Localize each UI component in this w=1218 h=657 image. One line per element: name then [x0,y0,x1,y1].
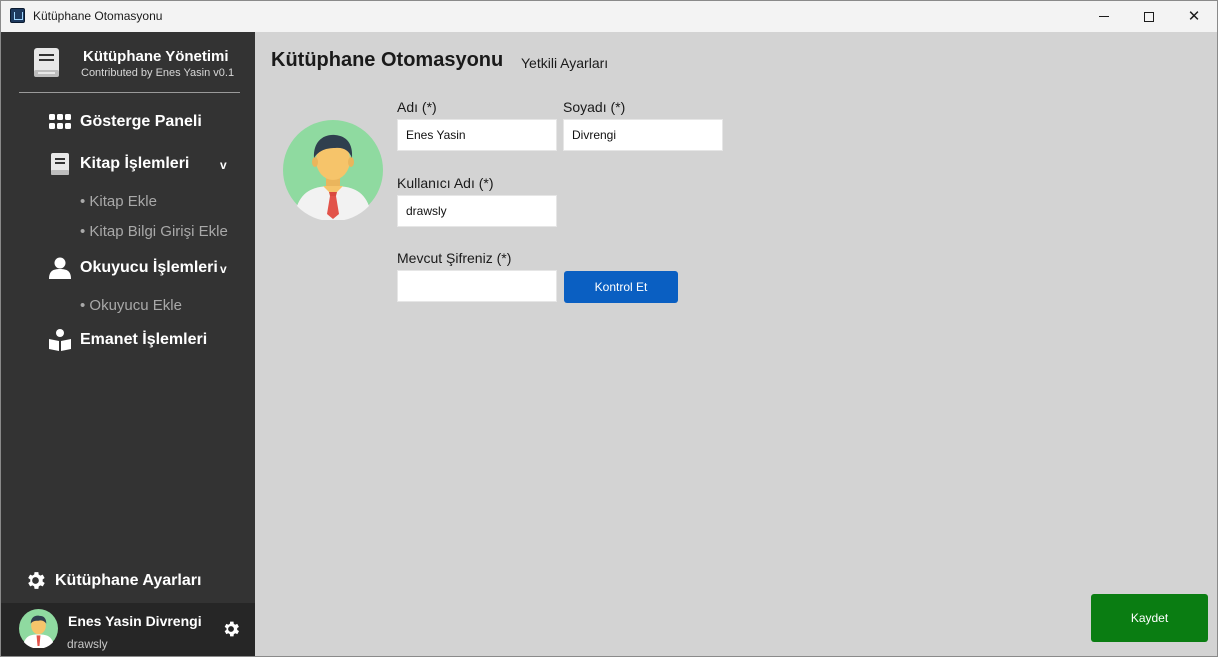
last-name-field[interactable] [563,119,723,151]
maximize-button[interactable] [1126,1,1172,32]
grid-icon [49,111,71,133]
page-subtitle: Yetkili Ayarları [521,55,609,71]
sidebar-item-library-settings[interactable]: Kütüphane Ayarları [24,569,201,592]
profile-avatar [283,120,383,220]
gear-icon[interactable] [221,619,241,639]
app-book-icon [10,8,25,23]
sidebar-subitem-add-book[interactable]: • Kitap Ekle [80,193,157,210]
user-panel: Enes Yasin Divrengi drawsly [1,603,255,656]
user-icon [49,257,71,279]
chevron-down-icon[interactable]: v [220,158,227,172]
window-title: Kütüphane Otomasyonu [33,9,163,23]
book-icon [34,48,59,77]
close-button[interactable]: ✕ [1171,1,1217,32]
sidebar-item-loans[interactable]: Emanet İşlemleri [49,329,207,351]
sidebar-item-label: Emanet İşlemleri [80,331,208,348]
book-icon [49,153,71,175]
sidebar-item-label: Gösterge Paneli [80,113,202,130]
user-avatar [19,609,58,648]
sidebar: Kütüphane Yönetimi Contributed by Enes Y… [1,32,255,656]
save-button[interactable]: Kaydet [1091,594,1208,642]
gear-icon [28,572,45,589]
minimize-button[interactable] [1081,1,1127,32]
username-field[interactable] [397,195,557,227]
sidebar-item-readers[interactable]: Okuyucu İşlemleri [49,257,218,279]
main-content: Kütüphane Otomasyonu Yetkili Ayarları Ad… [255,32,1217,656]
sidebar-subitem-add-book-info[interactable]: • Kitap Bilgi Girişi Ekle [80,223,228,240]
title-bar: Kütüphane Otomasyonu ✕ [1,1,1217,32]
settings-label: Kütüphane Ayarları [55,571,202,589]
brand-title: Kütüphane Yönetimi [83,48,229,65]
app-window: Kütüphane Otomasyonu ✕ Kütüphane Yönetim… [0,0,1218,657]
password-label: Mevcut Şifreniz (*) [397,250,512,266]
user-username: drawsly [67,637,108,651]
sidebar-subitem-add-reader[interactable]: • Okuyucu Ekle [80,297,182,314]
password-field[interactable] [397,270,557,302]
reader-icon [49,329,71,351]
brand-subtitle: Contributed by Enes Yasin v0.1 [81,67,235,79]
username-label: Kullanıcı Adı (*) [397,175,494,191]
first-name-field[interactable] [397,119,557,151]
sidebar-item-label: Kitap İşlemleri [80,155,190,172]
last-name-label: Soyadı (*) [563,99,626,115]
sidebar-item-dashboard[interactable]: Gösterge Paneli [49,111,202,133]
sidebar-item-books[interactable]: Kitap İşlemleri [49,153,189,175]
user-name: Enes Yasin Divrengi [68,613,202,629]
chevron-down-icon[interactable]: v [220,262,227,276]
brand-divider [19,92,240,93]
maximize-icon [1144,11,1154,22]
first-name-label: Adı (*) [397,99,437,115]
page-title: Kütüphane Otomasyonu [271,49,504,71]
check-password-button[interactable]: Kontrol Et [564,271,678,303]
close-icon: ✕ [1187,8,1201,25]
minimize-icon [1099,16,1109,17]
sidebar-item-label: Okuyucu İşlemleri [80,259,218,276]
